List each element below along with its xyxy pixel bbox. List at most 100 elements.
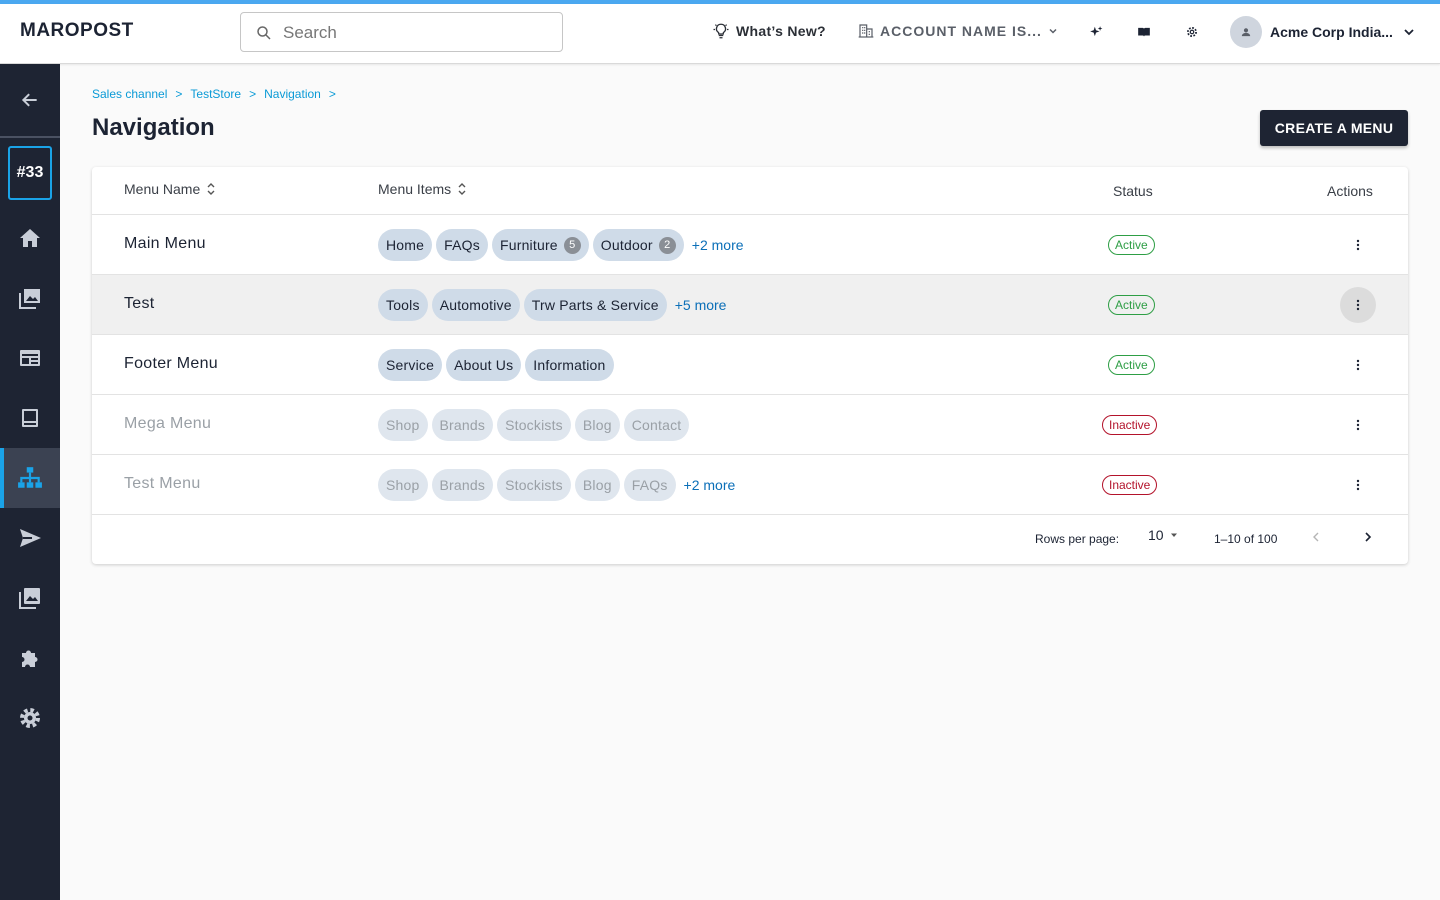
chip-label: Brands <box>439 417 486 433</box>
whats-new-button[interactable]: What’s New? <box>712 18 826 44</box>
chip-label: Service <box>386 357 435 373</box>
menu-item-chip[interactable]: Contact <box>623 409 690 441</box>
search-icon <box>257 26 271 40</box>
sidebar: #33 <box>0 64 60 900</box>
sidebar-item-gallery[interactable] <box>0 568 60 628</box>
menu-item-chip[interactable]: Trw Parts & Service <box>523 289 667 321</box>
chevron-left-icon[interactable] <box>1308 529 1324 545</box>
media-icon <box>19 289 40 309</box>
menu-item-chip[interactable]: Furniture 5 <box>491 229 589 261</box>
table-row[interactable]: Footer Menu Service About Us Information Act… <box>92 335 1408 395</box>
docs-button[interactable] <box>1134 22 1154 42</box>
create-menu-button[interactable]: CREATE A MENU <box>1260 110 1408 146</box>
more-vert-icon <box>1356 419 1360 431</box>
menu-item-chip[interactable]: Shop <box>378 469 428 501</box>
menu-name[interactable]: Test Menu <box>124 475 201 493</box>
sidebar-item-navigation[interactable] <box>0 448 60 508</box>
menu-item-chip[interactable]: FAQs <box>623 469 676 501</box>
maropost-logo[interactable]: MAROPOST <box>20 20 134 42</box>
row-actions-button[interactable] <box>1340 287 1376 323</box>
chevron-down-icon <box>1049 28 1057 34</box>
menu-items-chips: Service About Us Information <box>378 349 618 381</box>
chevron-right-icon[interactable] <box>1360 529 1376 545</box>
breadcrumb: Sales channel > TestStore > Navigation > <box>92 87 344 101</box>
menu-item-chip[interactable]: Stockists <box>497 409 571 441</box>
menu-name[interactable]: Test <box>124 295 155 313</box>
send-icon <box>20 529 41 547</box>
row-actions-button[interactable] <box>1340 407 1376 443</box>
menu-name[interactable]: Footer Menu <box>124 355 218 373</box>
sidebar-item-media[interactable] <box>0 268 60 328</box>
chip-label: Stockists <box>505 477 563 493</box>
menu-item-chip[interactable]: Information <box>525 349 614 381</box>
menu-item-chip[interactable]: About Us <box>446 349 522 381</box>
sidebar-item-settings[interactable] <box>0 688 60 748</box>
status-badge: Active <box>1108 355 1155 375</box>
row-actions-button[interactable] <box>1340 347 1376 383</box>
sparkle-icon <box>1090 26 1103 37</box>
ai-sparkle-button[interactable] <box>1086 22 1106 42</box>
chip-label: Blog <box>582 417 612 433</box>
menu-item-chip[interactable]: Shop <box>378 409 428 441</box>
sort-icon[interactable] <box>457 182 467 196</box>
account-selector[interactable]: ACCOUNT NAME IS... <box>858 18 1058 44</box>
column-header-menu-name[interactable]: Menu Name <box>124 181 216 197</box>
menu-item-chip[interactable]: FAQs <box>436 229 488 261</box>
menu-item-chip[interactable]: Home <box>378 229 433 261</box>
sitemap-icon <box>18 467 42 488</box>
sidebar-item-extensions[interactable] <box>0 628 60 688</box>
row-actions-button[interactable] <box>1340 227 1376 263</box>
store-badge[interactable]: #33 <box>8 146 52 200</box>
search-input[interactable] <box>283 21 543 45</box>
lightbulb-icon <box>713 23 729 39</box>
chip-label: Outdoor <box>600 237 653 253</box>
chip-label: Home <box>386 237 425 253</box>
breadcrumb-separator: > <box>175 87 183 101</box>
menu-item-chip[interactable]: Stockists <box>497 469 571 501</box>
menu-name[interactable]: Mega Menu <box>124 415 211 433</box>
chip-count: 5 <box>563 236 581 254</box>
row-actions-button[interactable] <box>1340 467 1376 503</box>
rows-per-page-select[interactable]: 10 <box>1148 527 1178 543</box>
menu-item-chip[interactable]: Outdoor 2 <box>592 229 684 261</box>
sidebar-item-layout[interactable] <box>0 328 60 388</box>
menu-items-chips: Shop Brands Stockists Blog FAQs +2 more <box>378 469 735 501</box>
table-row[interactable]: Mega Menu Shop Brands Stockists Blog Contact I… <box>92 395 1408 455</box>
sort-icon[interactable] <box>206 182 216 196</box>
column-header-menu-items[interactable]: Menu Items <box>378 181 467 197</box>
chip-label: Automotive <box>439 297 512 313</box>
back-button[interactable] <box>0 70 60 130</box>
menu-item-chip[interactable]: Blog <box>574 469 620 501</box>
more-vert-icon <box>1356 359 1360 371</box>
sidebar-item-home[interactable] <box>0 208 60 268</box>
menu-item-chip[interactable]: Brands <box>431 409 494 441</box>
menu-item-chip[interactable]: Automotive <box>431 289 520 321</box>
menu-item-chip[interactable]: Brands <box>431 469 494 501</box>
more-items-link[interactable]: +2 more <box>684 477 736 493</box>
chip-label: Tools <box>386 297 420 313</box>
breadcrumb-teststore[interactable]: TestStore <box>190 87 241 101</box>
chip-label: Brands <box>439 477 486 493</box>
user-menu[interactable]: Acme Corp India... <box>1230 16 1415 48</box>
chevron-down-icon <box>1404 29 1414 36</box>
table-row[interactable]: Test Tools Automotive Trw Parts & Service +5… <box>92 275 1408 335</box>
settings-button[interactable] <box>1182 22 1202 42</box>
table-row[interactable]: Test Menu Shop Brands Stockists Blog FAQs +2 m… <box>92 455 1408 515</box>
search-box[interactable] <box>240 12 563 52</box>
breadcrumb-navigation[interactable]: Navigation <box>264 87 321 101</box>
more-items-link[interactable]: +5 more <box>675 297 727 313</box>
table-row[interactable]: Main Menu Home FAQs Furniture 5 Outdoor 2 +2 mo… <box>92 215 1408 275</box>
sidebar-item-content[interactable] <box>0 388 60 448</box>
home-icon <box>20 229 40 247</box>
more-items-link[interactable]: +2 more <box>692 237 744 253</box>
status-badge: Inactive <box>1102 475 1158 495</box>
breadcrumb-sales-channel[interactable]: Sales channel <box>92 87 167 101</box>
menu-item-chip[interactable]: Tools <box>378 289 428 321</box>
menu-item-chip[interactable]: Blog <box>574 409 620 441</box>
sidebar-divider <box>0 136 60 138</box>
book-icon <box>1138 27 1150 37</box>
menu-item-chip[interactable]: Service <box>378 349 443 381</box>
page-title: Navigation <box>92 114 215 141</box>
menu-name[interactable]: Main Menu <box>124 235 206 253</box>
sidebar-item-send[interactable] <box>0 508 60 568</box>
